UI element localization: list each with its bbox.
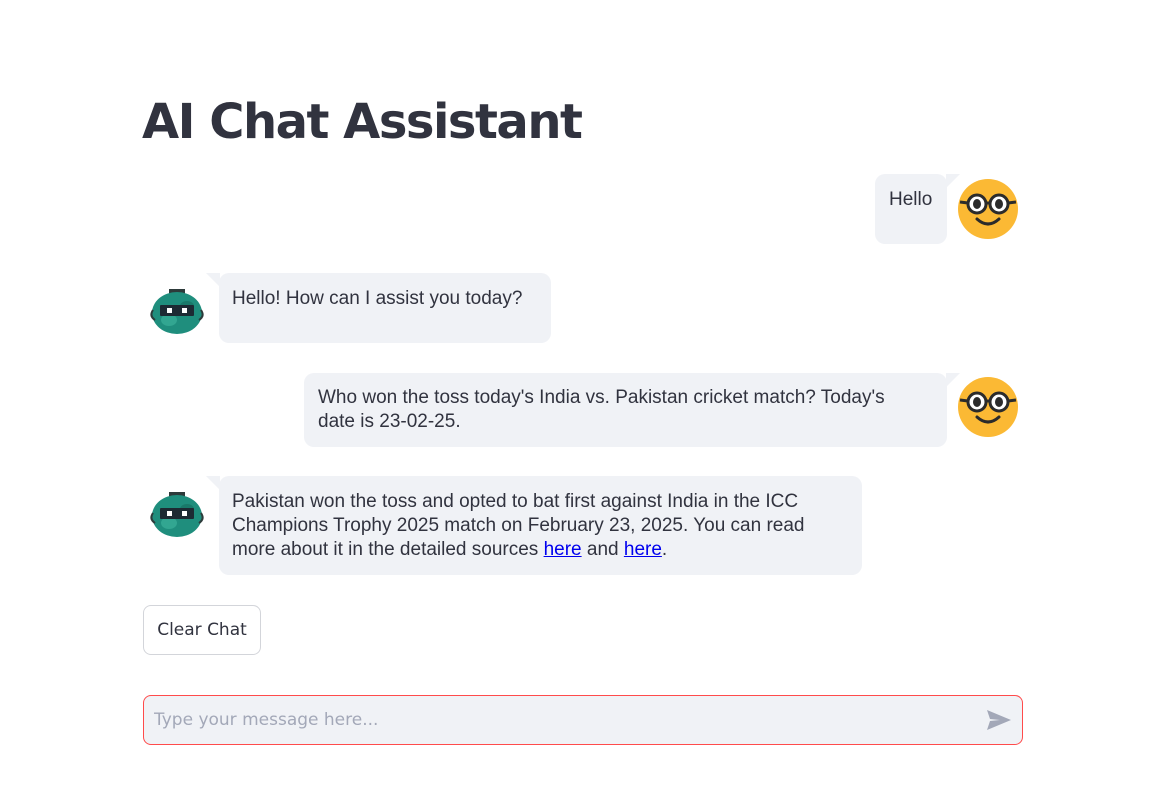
message-text-line: Champions Trophy 2025 match on February … bbox=[232, 515, 805, 536]
chat-input-container bbox=[143, 695, 1023, 745]
user-message-bubble: Who won the toss today's India vs. Pakis… bbox=[304, 373, 960, 447]
message-text-line: date is 23-02-25. bbox=[318, 411, 461, 432]
robot-avatar-icon bbox=[150, 289, 204, 334]
message-text-line: more about it in the detailed sources he… bbox=[232, 538, 862, 562]
clear-chat-button[interactable]: Clear Chat bbox=[143, 605, 261, 655]
robot-avatar-icon bbox=[150, 492, 204, 537]
message-text: Hello! How can I assist you today? bbox=[232, 288, 523, 309]
assistant-message-bubble: Pakistan won the toss and opted to bat f… bbox=[206, 476, 862, 575]
source-link-2[interactable]: here bbox=[624, 539, 662, 560]
message-text: . bbox=[661, 539, 668, 560]
message-text: more about it in the detailed sources bbox=[232, 539, 544, 560]
source-link-1[interactable]: here bbox=[544, 539, 582, 560]
message-text: and bbox=[581, 539, 624, 560]
nerd-face-icon bbox=[958, 179, 1018, 239]
nerd-face-icon bbox=[958, 377, 1018, 437]
message-text: Hello bbox=[889, 189, 933, 210]
user-message-bubble: Hello bbox=[875, 174, 960, 244]
assistant-message-bubble: Hello! How can I assist you today? bbox=[206, 273, 551, 343]
message-text-line: Pakistan won the toss and opted to bat f… bbox=[232, 491, 799, 512]
chat-input[interactable] bbox=[154, 696, 974, 744]
message-text-line: Who won the toss today's India vs. Pakis… bbox=[318, 387, 885, 408]
page-title: AI Chat Assistant bbox=[142, 94, 583, 150]
send-icon[interactable] bbox=[986, 708, 1012, 732]
